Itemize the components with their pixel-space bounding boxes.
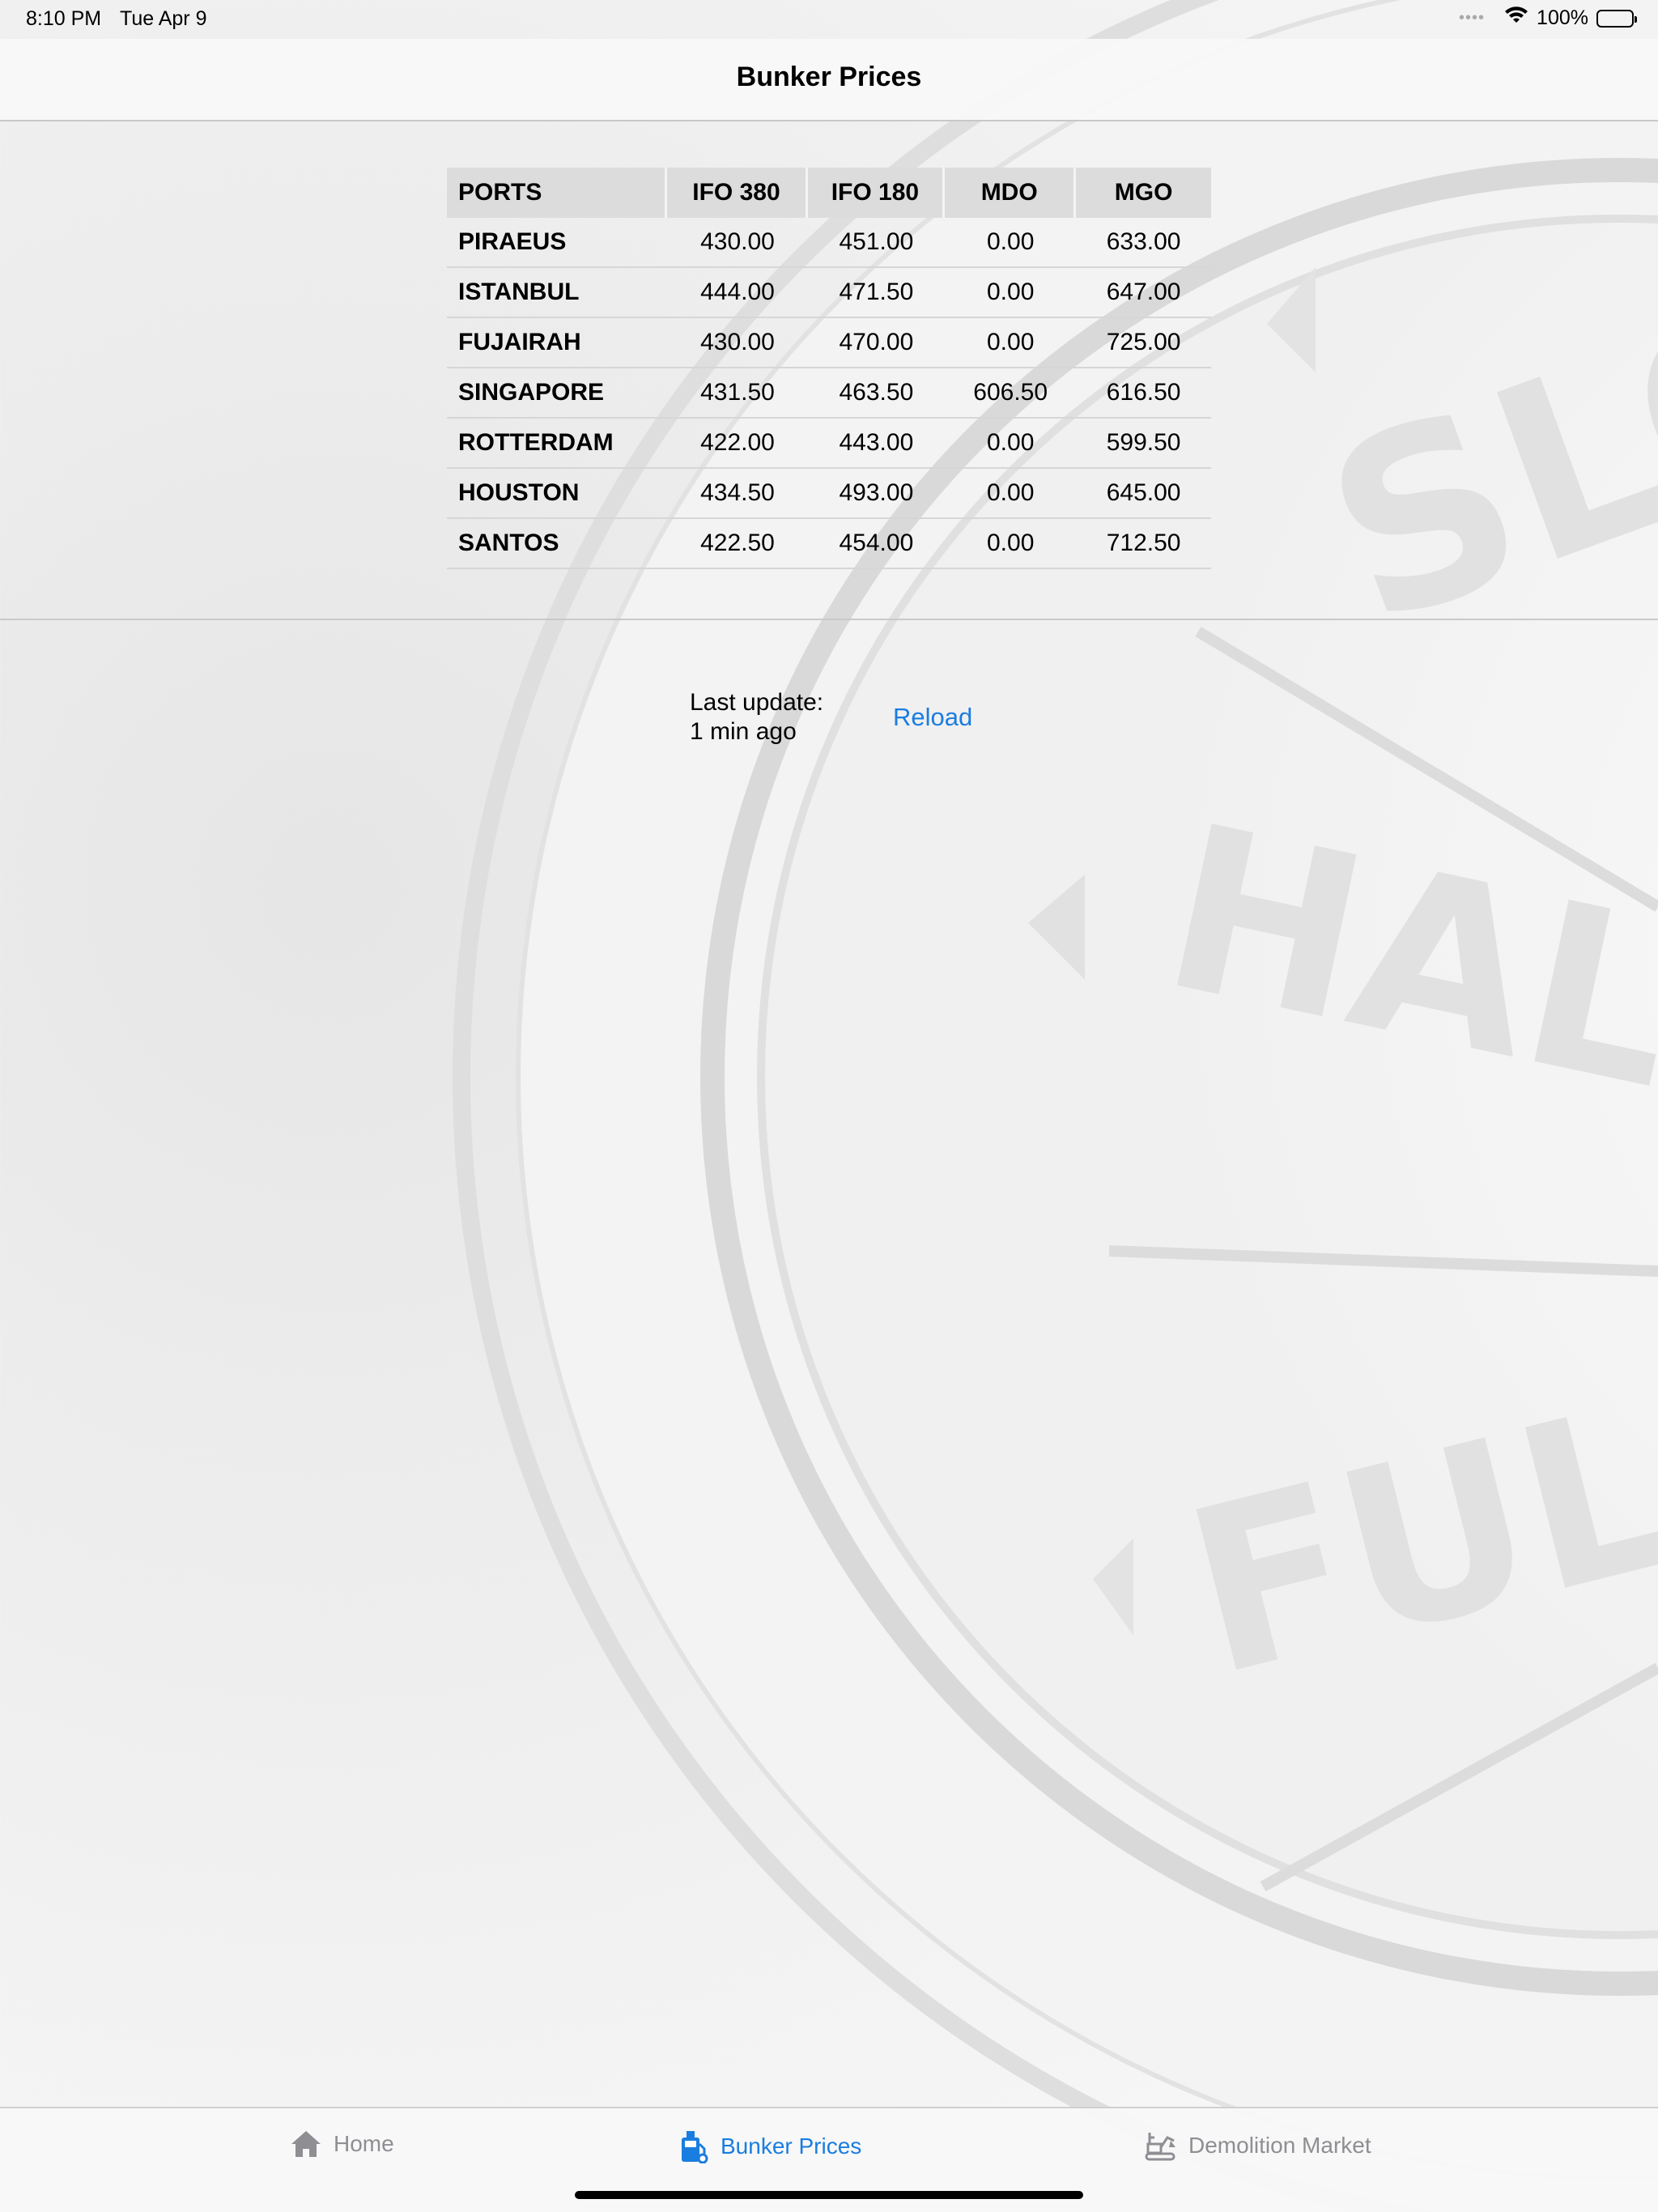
watermark-word-2: HALF <box>1146 776 1658 1172</box>
port-name: HOUSTON <box>447 469 668 519</box>
table-row: FUJAIRAH 430.00 470.00 0.00 725.00 <box>447 318 1211 368</box>
table-row: SANTOS 422.50 454.00 0.00 712.50 <box>447 519 1211 569</box>
price-ifo180: 471.50 <box>807 268 946 318</box>
fuel-pump-icon <box>677 2129 709 2163</box>
header-ifo180: IFO 180 <box>807 168 946 218</box>
table-row: ROTTERDAM 422.00 443.00 0.00 599.50 <box>447 419 1211 469</box>
price-mgo: 645.00 <box>1076 469 1211 519</box>
tab-label-home: Home <box>334 2131 394 2156</box>
reload-button[interactable]: Reload <box>893 703 972 732</box>
tab-label-bunker-prices: Bunker Prices <box>721 2133 862 2159</box>
tab-demolition-market[interactable]: Demolition Market <box>1143 2129 1371 2162</box>
price-mgo: 647.00 <box>1076 268 1211 318</box>
port-name: SANTOS <box>447 519 668 569</box>
price-mdo: 606.50 <box>945 368 1077 419</box>
price-ifo180: 451.00 <box>807 218 946 268</box>
tab-bunker-prices[interactable]: Bunker Prices <box>677 2129 861 2163</box>
port-name: PIRAEUS <box>447 218 668 268</box>
header-ports: PORTS <box>447 168 668 218</box>
last-update-label: Last update: <box>690 689 824 716</box>
table-row: PIRAEUS 430.00 451.00 0.00 633.00 <box>447 218 1211 268</box>
header-mgo: MGO <box>1076 168 1211 218</box>
tab-home[interactable]: Home <box>290 2129 394 2159</box>
header-mdo: MDO <box>945 168 1077 218</box>
table-row: HOUSTON 434.50 493.00 0.00 645.00 <box>447 469 1211 519</box>
status-bar: 8:10 PM Tue Apr 9 •••• 100% <box>0 0 1658 39</box>
price-ifo380: 422.50 <box>667 519 808 569</box>
price-ifo380: 444.00 <box>667 268 808 318</box>
status-indicators: •••• 100% <box>1459 6 1637 30</box>
price-mgo: 599.50 <box>1076 419 1211 469</box>
price-ifo380: 434.50 <box>667 469 808 519</box>
table-row: ISTANBUL 444.00 471.50 0.00 647.00 <box>447 268 1211 318</box>
watermark-word-1: SLO <box>1295 234 1658 680</box>
port-name: FUJAIRAH <box>447 318 668 368</box>
price-mdo: 0.00 <box>945 218 1077 268</box>
price-mgo: 712.50 <box>1076 519 1211 569</box>
price-mgo: 633.00 <box>1076 218 1211 268</box>
price-ifo380: 431.50 <box>667 368 808 419</box>
page-title: Bunker Prices <box>736 62 922 92</box>
price-ifo180: 463.50 <box>807 368 946 419</box>
cellular-signal-icon: •••• <box>1459 9 1486 27</box>
port-name: ROTTERDAM <box>447 419 668 469</box>
price-mgo: 616.50 <box>1076 368 1211 419</box>
price-ifo380: 422.00 <box>667 419 808 469</box>
battery-percent: 100% <box>1537 6 1588 29</box>
port-name: SINGAPORE <box>447 368 668 419</box>
price-mdo: 0.00 <box>945 419 1077 469</box>
port-name: ISTANBUL <box>447 268 668 318</box>
price-ifo380: 430.00 <box>667 318 808 368</box>
price-mdo: 0.00 <box>945 318 1077 368</box>
section-divider <box>0 619 1658 620</box>
table-header-row: PORTS IFO 380 IFO 180 MDO MGO <box>447 168 1211 218</box>
wifi-icon <box>1504 6 1528 30</box>
header-ifo380: IFO 380 <box>667 168 808 218</box>
status-time: 8:10 PM <box>26 7 102 30</box>
price-mgo: 725.00 <box>1076 318 1211 368</box>
price-ifo180: 443.00 <box>807 419 946 469</box>
tab-label-demolition-market: Demolition Market <box>1188 2133 1371 2158</box>
home-indicator <box>575 2191 1083 2199</box>
price-mdo: 0.00 <box>945 469 1077 519</box>
price-ifo180: 493.00 <box>807 469 946 519</box>
prices-table: PORTS IFO 380 IFO 180 MDO MGO PIRAEUS 43… <box>447 168 1211 569</box>
nav-header: Bunker Prices <box>0 39 1658 121</box>
excavator-icon <box>1143 2129 1177 2162</box>
home-icon <box>290 2129 322 2159</box>
battery-icon <box>1596 9 1637 28</box>
last-update-value: 1 min ago <box>690 718 797 745</box>
price-mdo: 0.00 <box>945 268 1077 318</box>
status-date: Tue Apr 9 <box>120 7 207 30</box>
watermark-word-3: FUL <box>1165 1354 1658 1728</box>
bunker-prices-table: PORTS IFO 380 IFO 180 MDO MGO PIRAEUS 43… <box>447 168 1211 569</box>
price-mdo: 0.00 <box>945 519 1077 569</box>
price-ifo180: 454.00 <box>807 519 946 569</box>
price-ifo180: 470.00 <box>807 318 946 368</box>
table-row: SINGAPORE 431.50 463.50 606.50 616.50 <box>447 368 1211 419</box>
last-update-info: Last update: 1 min ago <box>690 688 823 747</box>
price-ifo380: 430.00 <box>667 218 808 268</box>
